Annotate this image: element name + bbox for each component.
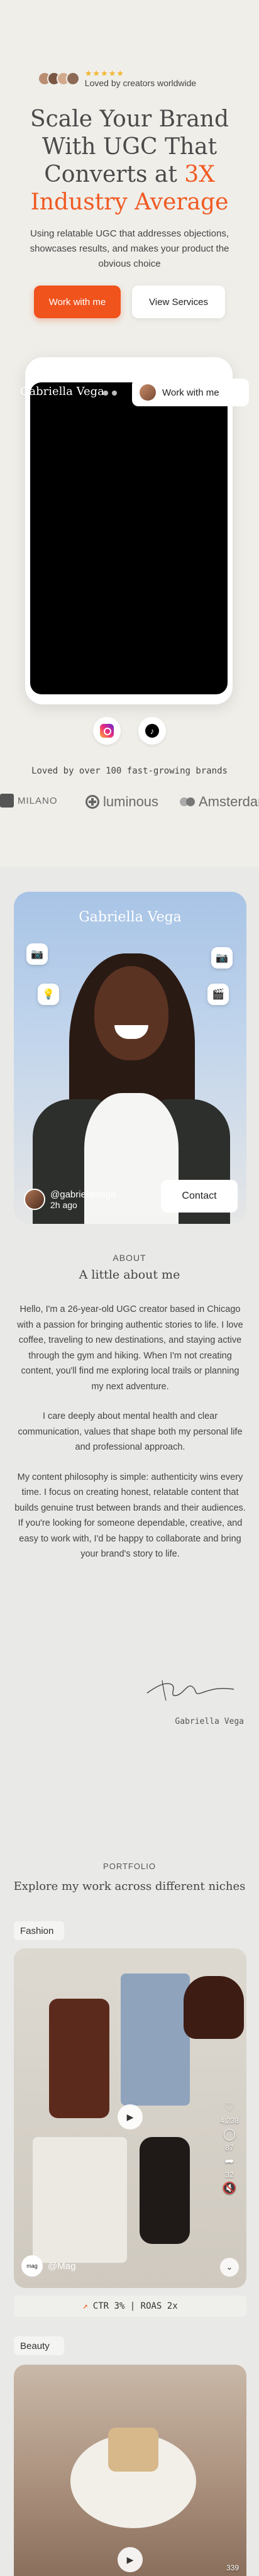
pill-label: Work with me xyxy=(162,387,219,398)
intro-video-card[interactable] xyxy=(25,357,233,704)
signature-name: Gabriella Vega xyxy=(175,1717,244,1726)
camera-icon: 📷 xyxy=(26,943,48,965)
about-title: A little about me xyxy=(79,1268,180,1282)
comments-count: 87 xyxy=(225,2143,234,2152)
portfolio-label: PORTFOLIO xyxy=(103,1862,156,1871)
trending-up-icon: ↗ xyxy=(82,2301,88,2311)
stats-text: CTR 3% | ROAS 2x xyxy=(92,2301,178,2311)
hero-section: ★★★★★ Loved by creators worldwide Scale … xyxy=(0,0,259,318)
instagram-icon xyxy=(100,724,114,738)
contact-button[interactable]: Contact xyxy=(161,1180,238,1213)
creator-handle: @Mag xyxy=(48,2260,76,2272)
campaign-stats: ↗ CTR 3% | ROAS 2x xyxy=(14,2296,246,2317)
beauty-counter: 339 xyxy=(226,2563,239,2572)
brand-logo-amsterdam: Amsterdam xyxy=(180,794,259,810)
engagement-rail: ♡ 4,238 ◯ 87 ➦ 32 🔇 xyxy=(220,2101,239,2195)
hero-headline: Scale Your Brand With UGC That Converts … xyxy=(0,106,259,216)
about-paragraph: I care deeply about mental health and cl… xyxy=(18,1411,243,1452)
signature-icon xyxy=(146,1680,234,1701)
rating-stars-icon: ★★★★★ xyxy=(84,69,125,78)
brand-name: MILANO xyxy=(18,795,58,806)
milano-mark-icon xyxy=(0,794,14,808)
category-label-beauty: Beauty xyxy=(14,2336,64,2355)
video-title: Gabriella Vega xyxy=(20,385,104,398)
comment-icon[interactable]: ◯ xyxy=(223,2128,236,2141)
brand-name: Amsterdam xyxy=(199,794,259,809)
instagram-button[interactable] xyxy=(93,717,121,745)
proof-label: Loved by creators worldwide xyxy=(84,78,197,88)
avatar: mag xyxy=(21,2255,43,2277)
tiktok-button[interactable]: ♪ xyxy=(138,717,166,745)
heart-icon[interactable]: ♡ xyxy=(224,2101,234,2114)
profile-name: Gabriella Vega xyxy=(79,909,182,925)
category-label-fashion: Fashion xyxy=(14,1921,64,1940)
brand-name: luminous xyxy=(103,794,159,809)
hero-subhead: Using relatable UGC that addresses objec… xyxy=(30,228,229,269)
social-links: ♪ xyxy=(0,717,259,745)
dots-icon xyxy=(180,797,195,806)
creator-tag: mag @Mag xyxy=(21,2255,75,2277)
video-pagination xyxy=(103,391,117,396)
plus-circle-icon xyxy=(85,795,99,809)
work-with-me-button[interactable]: Work with me xyxy=(34,286,121,318)
tiktok-icon: ♪ xyxy=(145,724,159,738)
mute-icon[interactable]: 🔇 xyxy=(223,2182,236,2195)
about-paragraph: Hello, I'm a 26-year-old UGC creator bas… xyxy=(17,1304,243,1392)
brand-logos-strip: MILANO luminous Amsterdam xyxy=(0,794,259,814)
share-icon[interactable]: ➦ xyxy=(224,2155,234,2168)
chevron-down-icon[interactable]: ⌄ xyxy=(220,2258,239,2277)
view-services-button[interactable]: View Services xyxy=(132,286,225,318)
cta-row: Work with me View Services xyxy=(0,286,259,318)
lightbulb-icon: 💡 xyxy=(38,984,59,1005)
about-paragraph: My content philosophy is simple: authent… xyxy=(14,1472,246,1560)
handle-name: @gabriellavega xyxy=(50,1189,116,1200)
clapper-icon: 🎬 xyxy=(207,984,229,1005)
engagement-rail: 339 xyxy=(226,2563,239,2572)
shares-count: 32 xyxy=(225,2170,234,2179)
camera-icon: 📷 xyxy=(211,947,233,969)
profile-handle: @gabriellavega 2h ago xyxy=(24,1189,116,1210)
social-proof: ★★★★★ Loved by creators worldwide xyxy=(0,69,259,88)
handle-time: 2h ago xyxy=(50,1199,77,1210)
about-body: Hello, I'm a 26-year-old UGC creator bas… xyxy=(14,1302,246,1577)
portfolio-title: Explore my work across different niches xyxy=(13,1880,246,1893)
video-player[interactable] xyxy=(30,382,228,694)
video-work-with-me-pill[interactable]: Work with me xyxy=(132,379,249,406)
about-label: ABOUT xyxy=(113,1253,146,1263)
brand-logo-luminous: luminous xyxy=(85,794,158,810)
likes-count: 4,238 xyxy=(219,2116,239,2125)
avatar xyxy=(65,72,80,86)
brand-logo-milano: MILANO xyxy=(0,794,58,808)
avatar xyxy=(140,384,156,401)
brands-caption: Loved by over 100 fast-growing brands xyxy=(31,766,228,776)
profile-card: Gabriella Vega 📷 📷 💡 🎬 @gabriellavega 2h… xyxy=(14,892,246,1224)
play-icon[interactable]: ▶ xyxy=(118,2547,143,2572)
beauty-video-card[interactable]: ▶ 339 xyxy=(14,2365,246,2576)
play-icon[interactable]: ▶ xyxy=(118,2104,143,2129)
fashion-video-card[interactable]: ▶ ♡ 4,238 ◯ 87 ➦ 32 🔇 mag @Mag ⌄ xyxy=(14,1948,246,2288)
avatar xyxy=(24,1189,45,1210)
creator-avatars xyxy=(37,72,80,86)
profile-photo xyxy=(94,966,168,1060)
